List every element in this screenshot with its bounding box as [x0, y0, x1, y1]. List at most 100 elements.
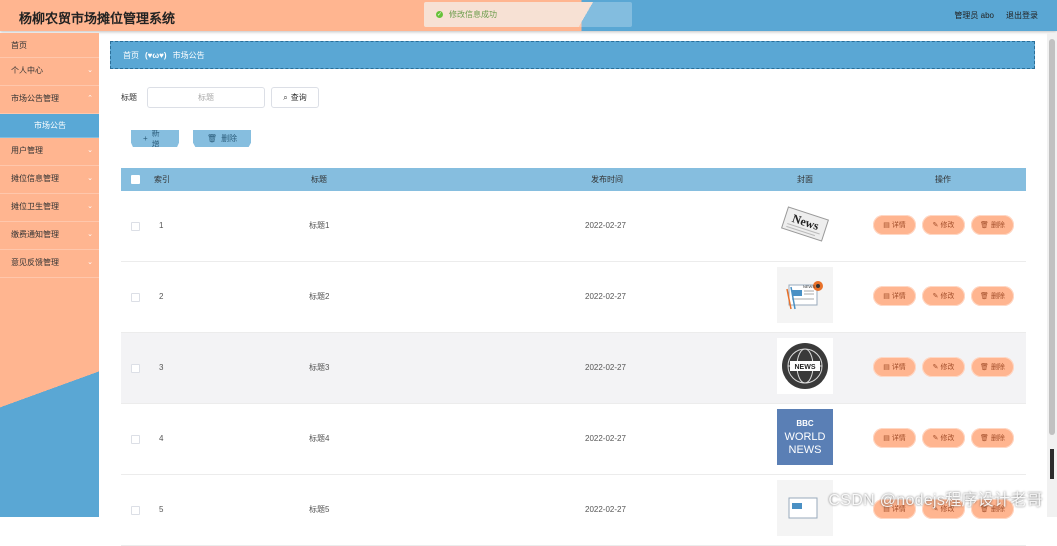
chevron-down-icon: ⌄ — [87, 259, 93, 266]
detail-label: 详情 — [891, 293, 906, 300]
detail-label: 详情 — [891, 364, 906, 371]
sidebar-item-feedback[interactable]: 意见反馈管理 ⌄ — [0, 250, 99, 278]
edit-label: 修改 — [940, 293, 955, 300]
chevron-down-icon: ⌄ — [87, 203, 93, 210]
news-desk-icon: NEWS — [777, 267, 833, 323]
sidebar-item-label: 市场公告管理 — [11, 94, 59, 103]
page-scrollbar[interactable] — [1047, 33, 1057, 517]
cover-text: NEWS — [803, 284, 815, 289]
cover-image: News — [777, 196, 833, 252]
detail-icon: ▤ — [883, 435, 890, 442]
user-area: 管理员 abo 退出登录 — [954, 10, 1038, 21]
detail-button[interactable]: ▤ 详情 — [873, 357, 916, 377]
search-bar: 标题 标题 ⌕ 查询 — [121, 87, 319, 108]
row-date: 2022-02-27 — [585, 505, 626, 514]
delete-label: 删除 — [990, 222, 1005, 229]
sidebar-item-notice[interactable]: 市场公告 — [0, 114, 99, 138]
search-button[interactable]: ⌕ 查询 — [271, 87, 319, 108]
search-label: 标题 — [121, 93, 137, 102]
row-actions: ▤ 详情 ✎ 修改 🗑 删除 — [873, 357, 1014, 377]
row-checkbox[interactable] — [131, 222, 140, 231]
detail-icon: ▤ — [883, 293, 890, 300]
detail-button[interactable]: ▤ 详情 — [873, 215, 916, 235]
user-label[interactable]: 管理员 abo — [954, 10, 994, 21]
sidebar-item-label: 市场公告 — [34, 121, 66, 130]
breadcrumb: 首页 (♥ω♥) 市场公告 — [110, 41, 1035, 69]
sidebar-item-notice-mgmt[interactable]: 市场公告管理 ⌃ — [0, 86, 99, 114]
edit-button[interactable]: ✎ 修改 — [922, 215, 965, 235]
success-check-icon: ✓ — [436, 11, 443, 18]
edit-button[interactable]: ✎ 修改 — [922, 357, 965, 377]
chevron-down-icon: ⌄ — [87, 147, 93, 154]
table-row: 3 标题3 2022-02-27 NEWS ▤ 详情 ✎ 修改 🗑 删除 — [121, 333, 1026, 404]
sidebar-item-stall-info[interactable]: 摊位信息管理 ⌄ — [0, 166, 99, 194]
logout-link[interactable]: 退出登录 — [1006, 10, 1038, 21]
row-actions: ▤ 详情 ✎ 修改 🗑 删除 — [873, 215, 1014, 235]
detail-label: 详情 — [891, 435, 906, 442]
edit-icon: ✎ — [932, 364, 939, 371]
delete-button-label: 删除 — [221, 134, 238, 143]
sidebar-item-payment[interactable]: 缴费通知管理 ⌄ — [0, 222, 99, 250]
edit-icon: ✎ — [932, 222, 939, 229]
chevron-down-icon: ⌄ — [87, 231, 93, 238]
delete-label: 删除 — [990, 435, 1005, 442]
sidebar-item-profile[interactable]: 个人中心 ⌄ — [0, 58, 99, 86]
news-paper-icon: News — [780, 206, 830, 242]
row-index: 3 — [159, 363, 164, 372]
detail-button[interactable]: ▤ 详情 — [873, 286, 916, 306]
toolbar: + 新增 🗑 删除 — [131, 130, 251, 147]
row-checkbox[interactable] — [131, 506, 140, 515]
chevron-down-icon: ⌄ — [87, 175, 93, 182]
scroll-marker — [1050, 449, 1054, 479]
row-index: 5 — [159, 505, 164, 514]
table-row: 2 标题2 2022-02-27 NEWS ▤ 详情 ✎ 修改 🗑 删除 — [121, 262, 1026, 333]
sidebar-item-stall-hygiene[interactable]: 摊位卫生管理 ⌄ — [0, 194, 99, 222]
search-button-label: 查询 — [290, 93, 307, 102]
breadcrumb-current: 市场公告 — [172, 50, 205, 60]
sidebar-item-label: 首页 — [11, 41, 27, 50]
scrollbar-thumb[interactable] — [1049, 39, 1055, 435]
sidebar-item-label: 意见反馈管理 — [11, 258, 59, 267]
trash-icon: 🗑 — [980, 435, 989, 442]
col-ops: 操作 — [935, 175, 951, 184]
row-date: 2022-02-27 — [585, 221, 626, 230]
table-header: 索引 标题 发布时间 封面 操作 — [121, 168, 1026, 191]
sidebar-item-home[interactable]: 首页 — [0, 33, 99, 58]
row-checkbox[interactable] — [131, 293, 140, 302]
col-index: 索引 — [154, 175, 170, 184]
title-search-input[interactable]: 标题 — [147, 87, 265, 108]
row-checkbox[interactable] — [131, 435, 140, 444]
row-checkbox[interactable] — [131, 364, 140, 373]
delete-label: 删除 — [990, 364, 1005, 371]
batch-delete-button[interactable]: 🗑 删除 — [193, 130, 251, 147]
row-title: 标题2 — [309, 292, 330, 301]
search-icon: ⌕ — [283, 92, 288, 102]
col-date: 发布时间 — [591, 175, 623, 184]
news-globe-icon: NEWS — [777, 338, 833, 394]
sidebar-item-label: 个人中心 — [11, 66, 43, 75]
delete-button[interactable]: 🗑 删除 — [971, 286, 1014, 306]
edit-icon: ✎ — [932, 435, 939, 442]
sidebar: 首页 个人中心 ⌄ 市场公告管理 ⌃ 市场公告 用户管理 ⌄ 摊位信息管理 ⌄ 摊位卫生… — [0, 33, 99, 517]
add-button[interactable]: + 新增 — [131, 130, 179, 147]
sidebar-item-users[interactable]: 用户管理 ⌄ — [0, 138, 99, 166]
select-all-checkbox[interactable] — [131, 175, 140, 184]
add-button-label: 新增 — [151, 128, 160, 149]
breadcrumb-separator: (♥ω♥) — [145, 50, 167, 60]
row-date: 2022-02-27 — [585, 434, 626, 443]
delete-button[interactable]: 🗑 删除 — [971, 357, 1014, 377]
row-date: 2022-02-27 — [585, 292, 626, 301]
delete-button[interactable]: 🗑 删除 — [971, 428, 1014, 448]
detail-button[interactable]: ▤ 详情 — [873, 428, 916, 448]
row-title: 标题4 — [309, 434, 330, 443]
row-index: 4 — [159, 434, 164, 443]
chevron-up-icon: ⌃ — [87, 95, 93, 102]
breadcrumb-home[interactable]: 首页 — [123, 50, 139, 61]
table-row: 1 标题1 2022-02-27 News ▤ 详情 ✎ 修改 🗑 删除 — [121, 191, 1026, 262]
edit-button[interactable]: ✎ 修改 — [922, 286, 965, 306]
edit-icon: ✎ — [932, 293, 939, 300]
cover-image — [777, 480, 833, 536]
edit-button[interactable]: ✎ 修改 — [922, 428, 965, 448]
main-content: 首页 (♥ω♥) 市场公告 标题 标题 ⌕ 查询 + 新增 🗑 删除 索引 标题… — [99, 33, 1047, 546]
delete-button[interactable]: 🗑 删除 — [971, 215, 1014, 235]
